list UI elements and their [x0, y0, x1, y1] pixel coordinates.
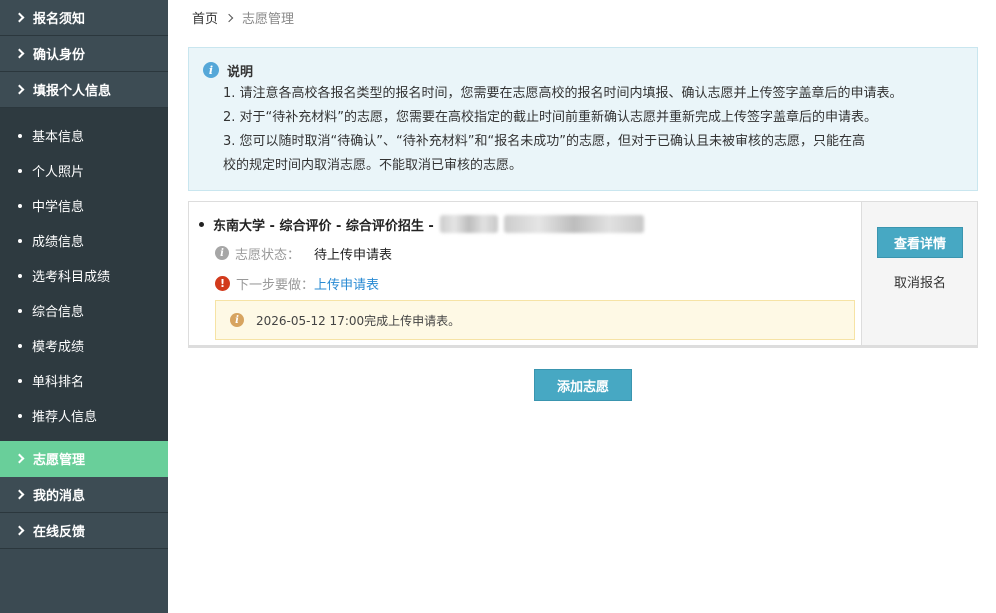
sub-nav-label: 选考科目成绩: [32, 270, 111, 285]
nav-item-registration-notice[interactable]: 报名须知: [0, 0, 168, 36]
sub-nav-item-scores[interactable]: 成绩信息: [0, 223, 168, 258]
chevron-right-icon: [224, 13, 234, 22]
status-label: 志愿状态：: [235, 247, 301, 263]
info-icon: i: [230, 313, 244, 327]
next-step-row: ! 下一步要做： 上传申请表: [199, 268, 855, 298]
notice-line: 2. 对于“待补充材料”的志愿，您需要在高校指定的截止时间前重新确认志愿并重新完…: [223, 110, 878, 125]
notice-header: i 说明: [203, 60, 963, 80]
deadline-tip: i 2026-05-12 17:00完成上传申请表。: [215, 300, 855, 340]
chevron-right-icon: [14, 12, 25, 23]
breadcrumb-current: 志愿管理: [242, 12, 295, 27]
sub-nav-label: 中学信息: [32, 200, 85, 215]
bullet-icon: [18, 203, 22, 208]
add-application-button[interactable]: 添加志愿: [534, 369, 632, 401]
sub-nav-label: 成绩信息: [32, 235, 85, 250]
info-icon: i: [215, 246, 229, 260]
nav-item-label: 填报个人信息: [33, 84, 112, 99]
sub-nav-item-mock-scores[interactable]: 模考成绩: [0, 328, 168, 363]
chevron-right-icon: [14, 48, 25, 59]
bullet-icon: [18, 343, 22, 348]
redacted-text: [439, 215, 498, 233]
nav-item-my-messages[interactable]: 我的消息: [0, 477, 168, 513]
next-step-label: 下一步要做：: [236, 277, 315, 293]
view-details-button[interactable]: 查看详情: [877, 227, 963, 258]
bullet-icon: [18, 413, 22, 418]
application-title: 东南大学 - 综合评价 - 综合评价招生 -: [213, 218, 434, 234]
breadcrumb: 首页 志愿管理: [192, 8, 294, 27]
chevron-right-icon: [14, 453, 25, 464]
nav-item-confirm-identity[interactable]: 确认身份: [0, 36, 168, 72]
info-icon: i: [203, 62, 219, 78]
sub-nav-item-elective-scores[interactable]: 选考科目成绩: [0, 258, 168, 293]
sub-nav-label: 综合信息: [32, 305, 85, 320]
nav-item-label: 在线反馈: [33, 525, 86, 540]
application-title-row: 东南大学 - 综合评价 - 综合评价招生 -: [199, 212, 855, 236]
status-value: 待上传申请表: [314, 247, 393, 263]
sub-nav-item-subject-ranking[interactable]: 单科排名: [0, 363, 168, 398]
breadcrumb-home-link[interactable]: 首页: [192, 8, 218, 27]
sub-nav-item-comprehensive-info[interactable]: 综合信息: [0, 293, 168, 328]
chevron-right-icon: [14, 84, 25, 95]
sub-nav-item-photo[interactable]: 个人照片: [0, 153, 168, 188]
sub-nav-item-referrer-info[interactable]: 推荐人信息: [0, 398, 168, 433]
sub-nav-label: 个人照片: [32, 165, 85, 180]
application-card: 东南大学 - 综合评价 - 综合评价招生 - i 志愿状态： 待上传申请表 ! …: [188, 201, 978, 348]
redacted-text: [503, 215, 644, 233]
exclamation-icon: !: [215, 275, 230, 291]
cancel-registration-link[interactable]: 取消报名: [862, 272, 978, 291]
status-row: i 志愿状态： 待上传申请表: [199, 238, 855, 268]
main-content: 首页 志愿管理 i 说明 1. 请注意各高校各报名类型的报名时间，您需要在志愿高…: [168, 0, 996, 613]
notice-line: 校的规定时间内取消志愿。不能取消已审核的志愿。: [223, 158, 523, 173]
nav-item-label: 志愿管理: [33, 453, 86, 468]
nav-item-label: 我的消息: [33, 489, 86, 504]
nav-item-label: 确认身份: [33, 48, 86, 63]
bullet-icon: [199, 221, 204, 227]
bullet-icon: [18, 378, 22, 383]
bullet-icon: [18, 308, 22, 313]
sidebar: 报名须知 确认身份 填报个人信息 基本信息 个人照片 中学信息 成绩信息 选考科…: [0, 0, 168, 613]
sub-nav-label: 模考成绩: [32, 340, 85, 355]
application-actions: 查看详情 取消报名: [861, 202, 977, 345]
sub-nav-label: 单科排名: [32, 375, 85, 390]
sub-nav-list: 基本信息 个人照片 中学信息 成绩信息 选考科目成绩 综合信息 模考成绩 单科排…: [0, 108, 168, 441]
bullet-icon: [18, 238, 22, 243]
notice-line: 3. 您可以随时取消“待确认”、“待补充材料”和“报名未成功”的志愿，但对于已确…: [223, 134, 865, 149]
chevron-right-icon: [14, 489, 25, 500]
chevron-right-icon: [14, 525, 25, 536]
bullet-icon: [18, 273, 22, 278]
bullet-icon: [18, 133, 22, 138]
sub-nav-label: 基本信息: [32, 130, 85, 145]
sub-nav-label: 推荐人信息: [32, 410, 98, 425]
nav-item-label: 报名须知: [33, 12, 86, 27]
deadline-tip-text: 2026-05-12 17:00完成上传申请表。: [256, 313, 461, 328]
nav-item-application-management[interactable]: 志愿管理: [0, 441, 168, 477]
application-info: 东南大学 - 综合评价 - 综合评价招生 - i 志愿状态： 待上传申请表 ! …: [189, 202, 861, 345]
nav-item-personal-info[interactable]: 填报个人信息: [0, 72, 168, 108]
notice-line: 1. 请注意各高校各报名类型的报名时间，您需要在志愿高校的报名时间内填报、确认志…: [223, 86, 903, 101]
upload-application-link[interactable]: 上传申请表: [314, 274, 379, 293]
nav-item-online-feedback[interactable]: 在线反馈: [0, 513, 168, 549]
sub-nav-item-school-info[interactable]: 中学信息: [0, 188, 168, 223]
notice-box: i 说明 1. 请注意各高校各报名类型的报名时间，您需要在志愿高校的报名时间内填…: [188, 47, 978, 191]
bullet-icon: [18, 168, 22, 173]
sub-nav-item-basic-info[interactable]: 基本信息: [0, 118, 168, 153]
notice-title: 说明: [227, 64, 254, 80]
